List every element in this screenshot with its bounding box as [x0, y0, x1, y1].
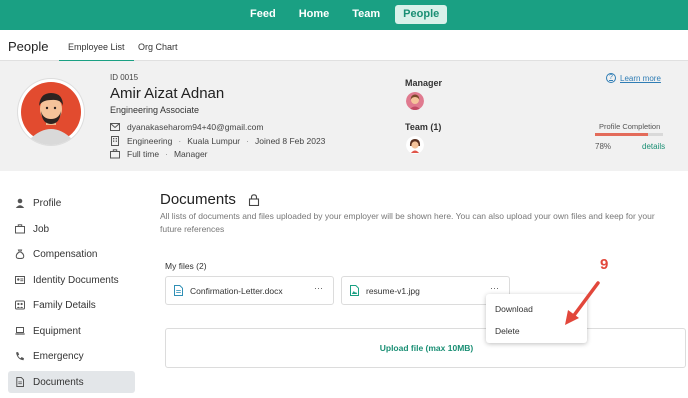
file-name: resume-v1.jpg: [366, 285, 420, 296]
employee-email: dyanakaseharom94+40@gmail.com: [127, 122, 264, 132]
document-icon: [16, 377, 24, 387]
documents-title: Documents: [160, 191, 260, 208]
file-name: Confirmation-Letter.docx: [190, 285, 283, 296]
page-title: People: [8, 39, 49, 54]
manager-label: Manager: [405, 78, 443, 88]
person-icon: [15, 198, 25, 208]
upload-file-link[interactable]: Upload file (max 10MB): [166, 343, 687, 353]
employee-role: Engineering Associate: [110, 105, 200, 115]
team-member-avatar[interactable]: [406, 136, 424, 154]
file-more-button[interactable]: ···: [314, 283, 323, 293]
profile-completion-label: Profile Completion: [599, 122, 661, 131]
phone-icon: [16, 352, 24, 361]
tab-employee-list[interactable]: Employee List: [59, 42, 134, 62]
image-file-icon: [350, 285, 359, 296]
documents-title-text: Documents: [160, 191, 236, 208]
menu-item-delete[interactable]: Delete: [495, 326, 520, 336]
separator-dot: ·: [178, 136, 182, 146]
nav-home[interactable]: Home: [291, 5, 338, 24]
tab-org-chart[interactable]: Org Chart: [138, 42, 178, 52]
sidebar-item-label: Identity Documents: [33, 274, 119, 286]
sidebar-item-identity-documents[interactable]: Identity Documents: [8, 269, 135, 291]
id-card-icon: [15, 276, 25, 284]
employee-level: Manager: [173, 149, 208, 159]
profile-completion-fill: [595, 133, 649, 136]
top-navbar: Feed Home Team People: [0, 0, 688, 30]
family-icon: [15, 300, 25, 310]
employee-department: Engineering: [127, 136, 173, 146]
briefcase-icon: [15, 224, 25, 234]
sidebar-item-label: Equipment: [33, 325, 81, 337]
employee-id: ID 0015: [110, 73, 139, 82]
employee-location: Kuala Lumpur: [187, 136, 241, 146]
documents-description: All lists of documents and files uploade…: [160, 211, 655, 234]
employee-name: Amir Aizat Adnan: [110, 85, 225, 102]
annotation-arrow-icon: [565, 281, 600, 325]
sidebar-item-documents[interactable]: Documents: [8, 371, 135, 393]
profile-banner: ID 0015 Amir Aizat Adnan Engineering Ass…: [0, 61, 688, 171]
file-more-button[interactable]: ···: [490, 283, 499, 293]
email-row: dyanakaseharom94+40@gmail.com: [110, 122, 263, 132]
separator-dot: ·: [246, 136, 249, 146]
step-number-annotation: 9: [600, 256, 609, 273]
my-files-label: My files (2): [165, 261, 207, 271]
nav-team[interactable]: Team: [344, 5, 388, 24]
learn-more-label: Learn more: [620, 73, 661, 83]
nav-people[interactable]: People: [395, 5, 448, 24]
sidebar-item-label: Emergency: [33, 350, 84, 362]
sidebar-item-compensation[interactable]: Compensation: [8, 243, 135, 265]
separator-dot: ·: [165, 149, 168, 159]
file-card[interactable]: Confirmation-Letter.docx ···: [165, 276, 334, 305]
learn-more-link[interactable]: ? Learn more: [606, 73, 661, 83]
manager-avatar[interactable]: [406, 92, 424, 110]
help-icon: ?: [606, 73, 616, 83]
main-nav: Feed Home Team People: [242, 5, 454, 24]
employment-type: Full time: [127, 149, 160, 159]
sub-header: People Employee List Org Chart: [0, 30, 688, 62]
sidebar-item-profile[interactable]: Profile: [8, 192, 135, 214]
org-row: Engineering · Kuala Lumpur · Joined 8 Fe…: [110, 136, 325, 146]
upload-dropzone[interactable]: Upload file (max 10MB): [165, 328, 686, 368]
profile-details-link[interactable]: details: [642, 142, 665, 151]
sidebar-item-equipment[interactable]: Equipment: [8, 320, 135, 342]
team-label: Team (1): [405, 122, 442, 132]
sidebar-item-label: Profile: [33, 197, 62, 209]
sidebar-item-label: Compensation: [33, 248, 98, 260]
sidebar-item-label: Family Details: [33, 299, 96, 311]
sidebar-item-label: Job: [33, 223, 50, 235]
docx-file-icon: [174, 285, 183, 296]
employment-row: Full time · Manager: [110, 149, 208, 159]
sidebar-item-family-details[interactable]: Family Details: [8, 294, 135, 316]
money-bag-icon: [15, 249, 25, 259]
nav-feed[interactable]: Feed: [242, 5, 284, 24]
lock-icon: [248, 193, 259, 206]
sidebar-item-emergency[interactable]: Emergency: [8, 345, 135, 367]
laptop-icon: [15, 327, 25, 335]
sidebar-item-label: Documents: [33, 376, 84, 388]
briefcase-icon: [110, 149, 120, 159]
employee-joined: Joined 8 Feb 2023: [254, 136, 326, 146]
sidebar-item-job[interactable]: Job: [8, 218, 135, 240]
menu-item-download[interactable]: Download: [495, 304, 533, 314]
building-icon: [111, 136, 119, 146]
profile-completion-bar: [595, 133, 663, 136]
profile-completion-percent: 78%: [595, 142, 612, 151]
mail-icon: [110, 123, 120, 131]
avatar: [18, 79, 84, 145]
file-card[interactable]: resume-v1.jpg ···: [341, 276, 510, 305]
